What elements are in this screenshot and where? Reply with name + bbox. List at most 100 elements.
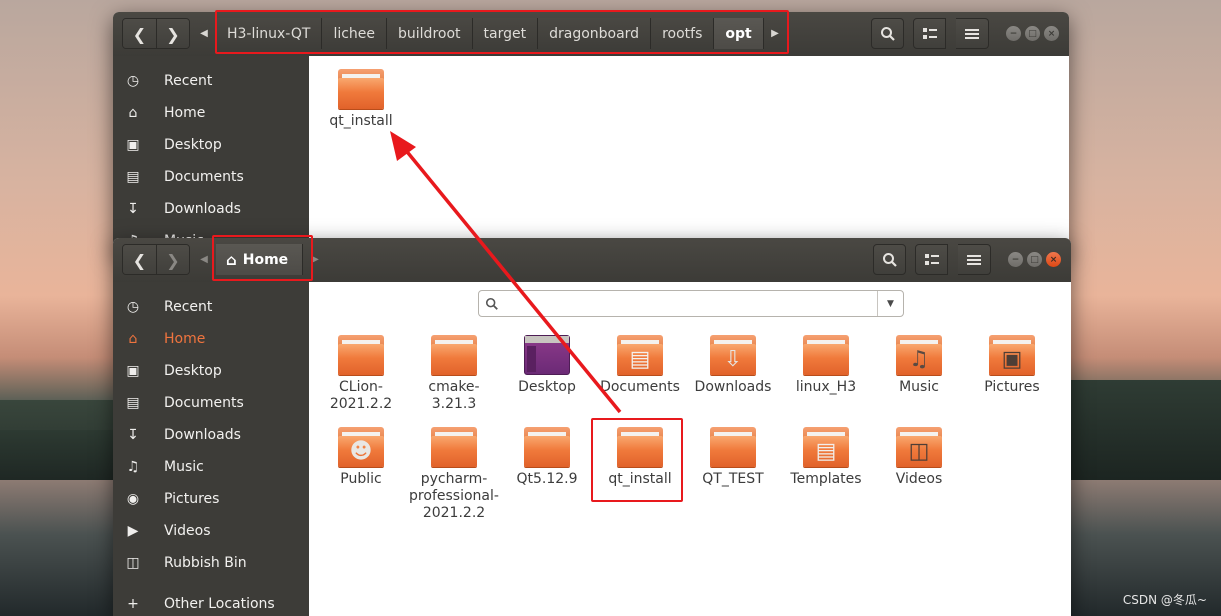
maximize-button[interactable]: □ [1025,26,1040,41]
document-icon: ▤ [126,169,140,185]
file-item-desktop[interactable]: Desktop [502,335,592,396]
sidebar-item-recent[interactable]: ◷ Recent [113,291,309,323]
path-scroll-right-icon[interactable]: ▶ [768,18,782,49]
back-headerbar: ❮ ❯ ◀ H3-linux-QT lichee buildroot targe… [113,12,1069,56]
maximize-button[interactable]: □ [1027,252,1042,267]
path-scroll-left-icon[interactable]: ◀ [197,244,211,275]
breadcrumb-item[interactable]: buildroot [387,18,473,49]
search-button[interactable] [871,18,904,49]
sidebar-item-label: Documents [164,169,244,185]
minimize-button[interactable]: − [1006,26,1021,41]
desktop-folder-icon [524,335,570,375]
sidebar-item-desktop[interactable]: ▣ Desktop [113,129,309,161]
search-icon [479,291,505,316]
sidebar-item-pictures[interactable]: ◉ Pictures [113,483,309,515]
file-item-qt-install[interactable]: qt_install [595,427,685,488]
file-label: qt_install [608,471,672,487]
file-item-pictures[interactable]: ▣ Pictures [967,335,1057,396]
sidebar-item-other-locations[interactable]: + Other Locations [113,588,309,616]
sidebar-item-downloads[interactable]: ↧ Downloads [113,419,309,451]
search-input[interactable] [505,291,877,316]
path-scroll-right-icon[interactable]: ▶ [308,244,322,275]
path-scroll-left-icon[interactable]: ◀ [197,18,211,49]
file-label: Templates [790,471,862,487]
search-icon [882,252,897,267]
file-item-qt-install[interactable]: qt_install [316,69,406,130]
folder-icon [803,335,849,375]
file-label: Downloads [694,379,772,395]
sidebar-item-documents[interactable]: ▤ Documents [113,387,309,419]
view-toggle-button[interactable] [915,244,948,275]
camera-icon: ◉ [126,491,140,507]
file-item-videos[interactable]: ◫ Videos [874,427,964,488]
sidebar-item-label: Recent [164,299,213,315]
videos-folder-icon: ◫ [896,427,942,467]
music-icon: ♫ [126,459,140,475]
close-button[interactable]: × [1044,26,1059,41]
download-icon: ↧ [127,201,139,217]
file-item-downloads[interactable]: ⇩ Downloads [688,335,778,396]
sidebar-item-videos[interactable]: ▶ Videos [113,515,309,547]
folder-icon [338,335,384,375]
file-item-public[interactable]: ☻ Public [316,427,406,488]
file-item-clion[interactable]: CLion-2021.2.2 [316,335,406,413]
sidebar-item-label: Other Locations [164,596,275,612]
breadcrumb-item[interactable]: rootfs [651,18,715,49]
file-item-cmake[interactable]: cmake-3.21.3 [409,335,499,413]
back-file-manager-window: ❮ ❯ ◀ H3-linux-QT lichee buildroot targe… [113,12,1069,252]
file-label: linux_H3 [795,379,857,395]
breadcrumb-item[interactable]: H3-linux-QT [216,18,323,49]
breadcrumb-item[interactable]: target [472,18,539,49]
back-button[interactable]: ❮ [123,245,156,274]
breadcrumb: H3-linux-QT lichee buildroot target drag… [216,18,764,49]
home-icon: ⌂ [128,105,138,121]
menu-button[interactable] [958,244,991,275]
front-file-view: ▼ CLion-2021.2.2 cmake-3.21.3 Desktop ▤ … [309,282,1071,616]
close-button[interactable]: × [1046,252,1061,267]
hamburger-icon [965,28,979,39]
file-item-pycharm[interactable]: pycharm-professional-2021.2.2 [409,427,499,522]
folder-icon [431,335,477,375]
folder-icon [710,427,756,467]
breadcrumb-item[interactable]: dragonboard [538,18,652,49]
search-icon [880,26,895,41]
search-button[interactable] [873,244,906,275]
watermark: CSDN @冬瓜~ [1122,593,1207,607]
sidebar-item-documents[interactable]: ▤ Documents [113,161,309,193]
breadcrumb-item-current[interactable]: opt [714,18,764,49]
sidebar-item-home[interactable]: ⌂ Home [113,323,309,355]
file-item-music[interactable]: ♫ Music [874,335,964,396]
sidebar-item-label: Home [164,331,206,347]
sidebar-item-rubbish-bin[interactable]: ◫ Rubbish Bin [113,547,309,579]
back-nav-group: ❮ ❯ [122,18,190,49]
minimize-button[interactable]: − [1008,252,1023,267]
back-button[interactable]: ❮ [123,19,156,48]
forward-button[interactable]: ❯ [156,19,189,48]
sidebar-item-label: Downloads [164,427,241,443]
file-item-linux-h3[interactable]: linux_H3 [781,335,871,396]
sidebar-item-recent[interactable]: ◷ Recent [113,65,309,97]
file-item-documents[interactable]: ▤ Documents [595,335,685,396]
public-folder-icon: ☻ [338,427,384,467]
folder-icon [524,427,570,467]
view-toggle-button[interactable] [913,18,946,49]
sidebar-item-label: Desktop [164,363,222,379]
forward-button[interactable]: ❯ [156,245,189,274]
menu-button[interactable] [956,18,989,49]
sidebar-item-home[interactable]: ⌂ Home [113,97,309,129]
folder-icon [338,69,384,109]
file-item-qt5[interactable]: Qt5.12.9 [502,427,592,488]
home-icon: ⌂ [226,250,237,269]
download-icon: ↧ [127,427,139,443]
back-sidebar: ◷ Recent ⌂ Home ▣ Desktop ▤ Documents ↧ Downl… [113,56,309,252]
file-item-qt-test[interactable]: QT_TEST [688,427,778,488]
breadcrumb-item[interactable]: lichee [322,18,388,49]
front-sidebar: ◷ Recent ⌂ Home ▣ Desktop ▤ Documents ↧ Downl… [113,282,309,616]
search-options-dropdown[interactable]: ▼ [877,291,903,316]
breadcrumb-item-current[interactable]: ⌂ Home [216,244,304,275]
sidebar-item-desktop[interactable]: ▣ Desktop [113,355,309,387]
music-folder-icon: ♫ [896,335,942,375]
file-item-templates[interactable]: ▤ Templates [781,427,871,488]
sidebar-item-music[interactable]: ♫ Music [113,451,309,483]
sidebar-item-downloads[interactable]: ↧ Downloads [113,193,309,225]
